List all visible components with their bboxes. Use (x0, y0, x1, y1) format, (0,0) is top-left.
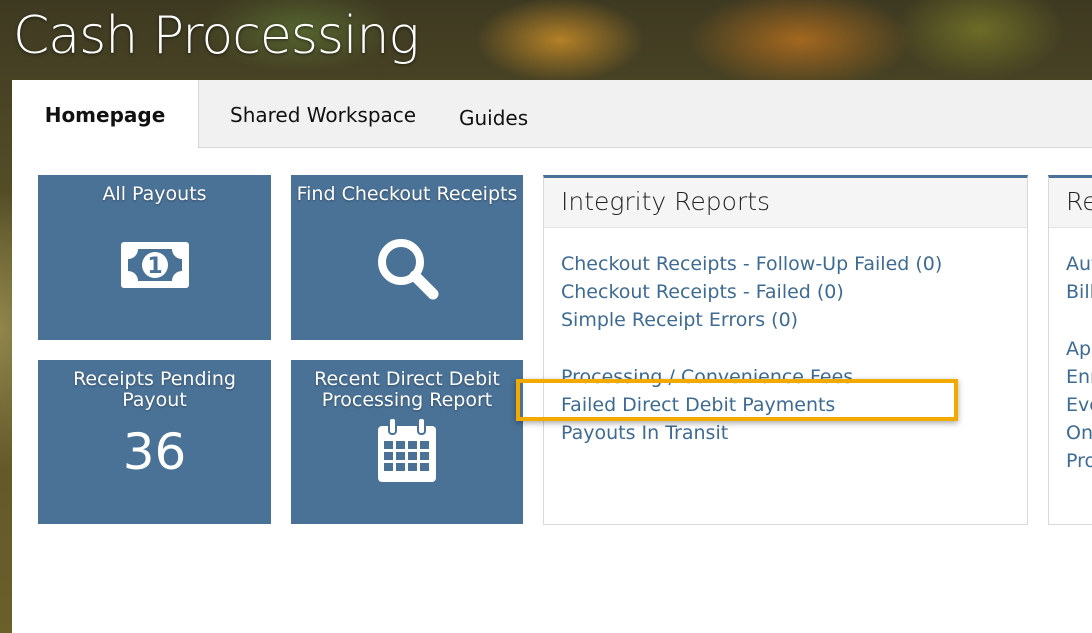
tab-bar: Homepage Shared Workspace Guides (12, 80, 1092, 148)
reports-panel-partial: Re Aut Bill App Enr Eve Onl Pro (1048, 175, 1092, 525)
link-partial-bill[interactable]: Bill (1066, 278, 1092, 306)
recent-direct-debit-label: Recent Direct Debit Processing Report (314, 368, 500, 411)
link-checkout-receipts-failed[interactable]: Checkout Receipts - Failed (0) (561, 278, 844, 306)
tab-guides[interactable]: Guides (459, 83, 528, 150)
link-partial-aut[interactable]: Aut (1066, 250, 1092, 278)
link-partial-enr[interactable]: Enr (1066, 363, 1092, 391)
receipts-pending-payout-tile[interactable]: Receipts Pending Payout 36 (38, 360, 271, 524)
receipts-pending-payout-label: Receipts Pending Payout (73, 368, 236, 411)
integrity-reports-title: Integrity Reports (544, 178, 1027, 228)
reports-panel-title: Re (1049, 178, 1092, 228)
recent-direct-debit-report-tile[interactable]: Recent Direct Debit Processing Report (291, 360, 523, 524)
link-partial-pro[interactable]: Pro (1066, 447, 1092, 475)
app-title: Cash Processing (13, 6, 420, 66)
svg-text:1: 1 (147, 254, 162, 279)
cash-icon: 1 (38, 238, 271, 297)
link-partial-app[interactable]: App (1066, 335, 1092, 363)
link-partial-eve[interactable]: Eve (1066, 391, 1092, 419)
link-payouts-in-transit[interactable]: Payouts In Transit (561, 419, 728, 447)
search-icon (291, 235, 523, 306)
main-panel: Homepage Shared Workspace Guides All Pay… (12, 80, 1092, 633)
link-partial-onl[interactable]: Onl (1066, 419, 1092, 447)
integrity-reports-panel: Integrity Reports Checkout Receipts - Fo… (543, 175, 1028, 525)
receipts-pending-count: 36 (122, 423, 187, 481)
all-payouts-label: All Payouts (102, 183, 207, 205)
tab-shared-workspace[interactable]: Shared Workspace (230, 80, 416, 147)
highlight-annotation-box (516, 379, 958, 421)
find-checkout-receipts-tile[interactable]: Find Checkout Receipts (291, 175, 523, 340)
link-simple-receipt-errors[interactable]: Simple Receipt Errors (0) (561, 306, 798, 334)
calendar-icon (291, 416, 523, 491)
tab-homepage[interactable]: Homepage (12, 80, 199, 148)
link-checkout-receipts-follow-up-failed[interactable]: Checkout Receipts - Follow-Up Failed (0) (561, 250, 942, 278)
all-payouts-tile[interactable]: All Payouts 1 (38, 175, 271, 340)
find-checkout-receipts-label: Find Checkout Receipts (296, 183, 518, 205)
